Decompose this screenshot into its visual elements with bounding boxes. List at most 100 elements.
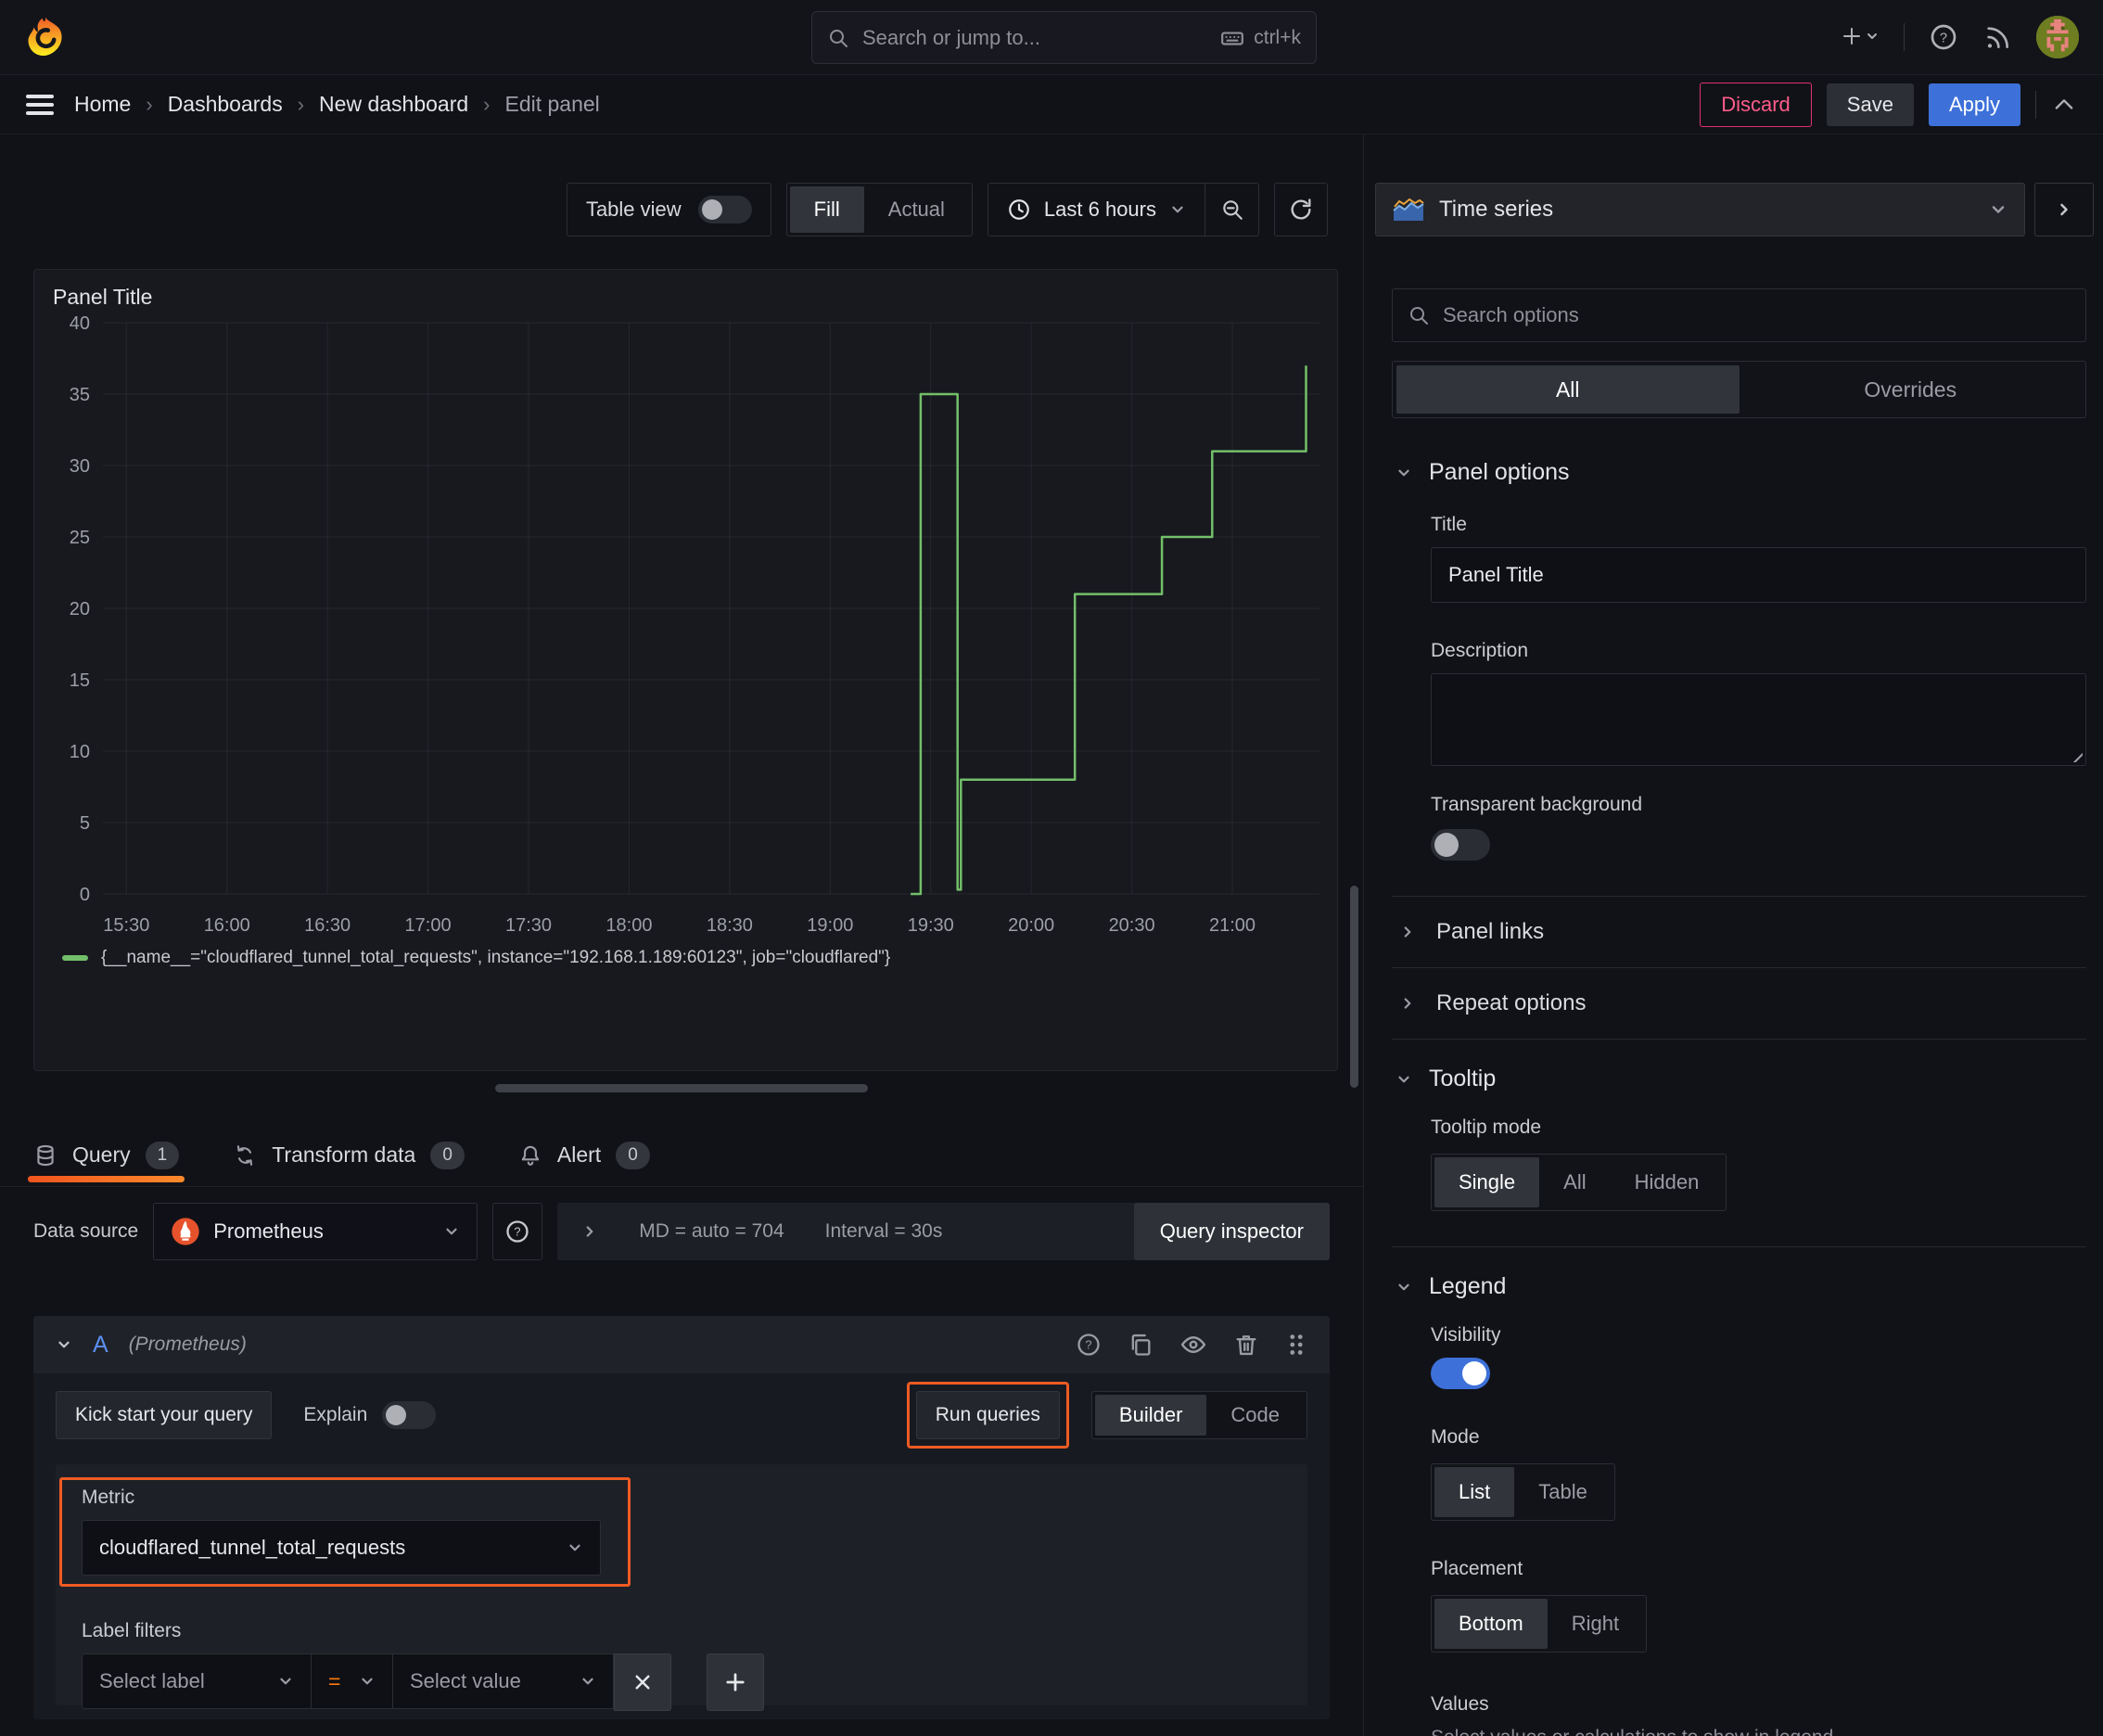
legend-section-header[interactable]: Legend [1392, 1273, 2086, 1300]
breadcrumb-edit-panel: Edit panel [504, 92, 600, 116]
svg-text:15: 15 [70, 670, 90, 691]
svg-text:10: 10 [70, 742, 90, 762]
global-search-input[interactable] [862, 25, 1208, 50]
tooltip-mode-all[interactable]: All [1539, 1157, 1610, 1207]
select-value-dropdown[interactable]: Select value [393, 1653, 614, 1709]
breadcrumb-new-dashboard[interactable]: New dashboard [319, 92, 468, 117]
clock-icon [1007, 198, 1031, 222]
top-nav-bar: ctrl+k ? [0, 0, 2103, 75]
drag-query-handle[interactable] [1285, 1332, 1307, 1358]
apply-button[interactable]: Apply [1928, 83, 2020, 126]
svg-text:40: 40 [70, 313, 90, 334]
close-icon [633, 1673, 652, 1691]
news-icon[interactable] [1982, 22, 2012, 52]
tab-transform-label: Transform data [272, 1142, 416, 1167]
actions-divider [2035, 90, 2036, 119]
panel-links-section[interactable]: Panel links [1392, 897, 2086, 967]
actual-option[interactable]: Actual [864, 186, 969, 233]
duplicate-query-icon[interactable] [1128, 1332, 1153, 1358]
legend-series-name[interactable]: {__name__="cloudflared_tunnel_total_requ… [101, 948, 890, 968]
interval-stat: Interval = 30s [824, 1220, 943, 1242]
breadcrumb-home[interactable]: Home [74, 92, 131, 117]
remove-filter-button[interactable] [614, 1653, 671, 1711]
zoom-out-button[interactable] [1204, 184, 1258, 236]
collapse-options-icon[interactable] [2051, 92, 2077, 118]
add-filter-button[interactable] [707, 1653, 764, 1711]
tooltip-section-header[interactable]: Tooltip [1392, 1066, 2086, 1092]
legend-mode-list[interactable]: List [1434, 1467, 1515, 1517]
tab-alert[interactable]: Alert 0 [518, 1124, 650, 1186]
metric-label: Metric [82, 1487, 135, 1508]
time-series-chart[interactable]: 0 5 10 15 20 25 30 35 40 15:30 16:00 16:30 17:00 17:3… [42, 313, 1331, 940]
discard-button[interactable]: Discard [1700, 82, 1812, 127]
repeat-options-label: Repeat options [1436, 990, 1587, 1015]
search-icon [827, 27, 849, 49]
metric-select[interactable]: cloudflared_tunnel_total_requests [82, 1520, 601, 1576]
query-section-tabs: Query 1 Transform data 0 Alert 0 [0, 1124, 1363, 1187]
operator-dropdown[interactable]: = [312, 1653, 393, 1709]
grafana-logo[interactable] [24, 16, 67, 58]
metric-field-highlighted: Metric cloudflared_tunnel_total_requests [59, 1477, 631, 1587]
time-range-picker[interactable]: Last 6 hours [988, 184, 1204, 236]
fill-option[interactable]: Fill [789, 186, 864, 233]
query-inspector-button[interactable]: Query inspector [1133, 1203, 1330, 1260]
repeat-options-section[interactable]: Repeat options [1392, 968, 2086, 1039]
svg-text:0: 0 [80, 885, 90, 905]
bell-icon [518, 1143, 542, 1168]
transparent-background-toggle[interactable] [1431, 829, 1490, 861]
legend-visibility-toggle[interactable] [1431, 1358, 1490, 1389]
legend-mode-group: List Table [1431, 1463, 1615, 1521]
code-option[interactable]: Code [1206, 1395, 1304, 1436]
chevron-down-icon [1396, 465, 1412, 481]
explain-control: Explain [303, 1401, 437, 1429]
tab-transform-data[interactable]: Transform data 0 [233, 1124, 465, 1186]
table-view-toggle[interactable] [697, 196, 752, 223]
toggle-viz-picker-button[interactable] [2034, 183, 2094, 236]
run-queries-button[interactable]: Run queries [906, 1382, 1070, 1449]
kick-start-query-button[interactable]: Kick start your query [56, 1391, 273, 1439]
query-help-icon[interactable]: ? [1076, 1332, 1102, 1358]
explain-toggle[interactable] [382, 1401, 437, 1429]
refresh-button[interactable] [1274, 183, 1328, 236]
tab-query[interactable]: Query 1 [27, 1124, 185, 1186]
add-new-dropdown[interactable] [1842, 25, 1880, 49]
toggle-visibility-icon[interactable] [1179, 1331, 1207, 1359]
save-button[interactable]: Save [1826, 83, 1914, 126]
legend-placement-label: Placement [1431, 1558, 1523, 1579]
table-view-control: Table view [566, 183, 771, 236]
legend-placement-bottom[interactable]: Bottom [1434, 1599, 1548, 1649]
legend-placement-right[interactable]: Right [1548, 1599, 1643, 1649]
user-avatar[interactable] [2036, 16, 2079, 58]
options-search-input[interactable] [1443, 303, 2071, 327]
tab-overrides[interactable]: Overrides [1740, 365, 2083, 414]
panel-options-header[interactable]: Panel options [1392, 459, 2086, 486]
transparent-background-label: Transparent background [1431, 794, 1643, 815]
help-icon[interactable]: ? [1929, 22, 1958, 52]
shortcut-hint: ctrl+k [1220, 26, 1301, 50]
breadcrumb-dashboards[interactable]: Dashboards [168, 92, 283, 117]
select-label-dropdown[interactable]: Select label [82, 1653, 312, 1709]
datasource-picker[interactable]: Prometheus [153, 1203, 478, 1260]
chevron-right-icon [1399, 924, 1416, 940]
chevron-down-icon[interactable] [56, 1336, 72, 1353]
options-search[interactable] [1392, 288, 2086, 342]
left-pane-scrollbar[interactable] [1350, 886, 1358, 1088]
tooltip-mode-hidden[interactable]: Hidden [1611, 1157, 1724, 1207]
legend-mode-table[interactable]: Table [1514, 1467, 1612, 1517]
global-search[interactable]: ctrl+k [811, 11, 1317, 64]
visualization-picker[interactable]: Time series [1375, 183, 2025, 236]
chevron-right-icon[interactable] [581, 1223, 598, 1240]
delete-query-icon[interactable] [1233, 1332, 1259, 1358]
svg-text:16:00: 16:00 [204, 915, 250, 936]
svg-text:20:30: 20:30 [1109, 915, 1155, 936]
tooltip-mode-single[interactable]: Single [1434, 1157, 1540, 1207]
builder-option[interactable]: Builder [1094, 1395, 1207, 1436]
panel-description-input[interactable] [1431, 673, 2086, 766]
panel-title-input[interactable] [1431, 547, 2086, 603]
query-row-header[interactable]: A (Prometheus) ? [33, 1316, 1330, 1373]
datasource-help-button[interactable]: ? [492, 1203, 543, 1260]
svg-text:35: 35 [70, 385, 90, 405]
menu-hamburger-icon[interactable] [26, 93, 54, 117]
tab-all-options[interactable]: All [1396, 365, 1740, 414]
panel-resize-handle[interactable] [495, 1084, 868, 1092]
